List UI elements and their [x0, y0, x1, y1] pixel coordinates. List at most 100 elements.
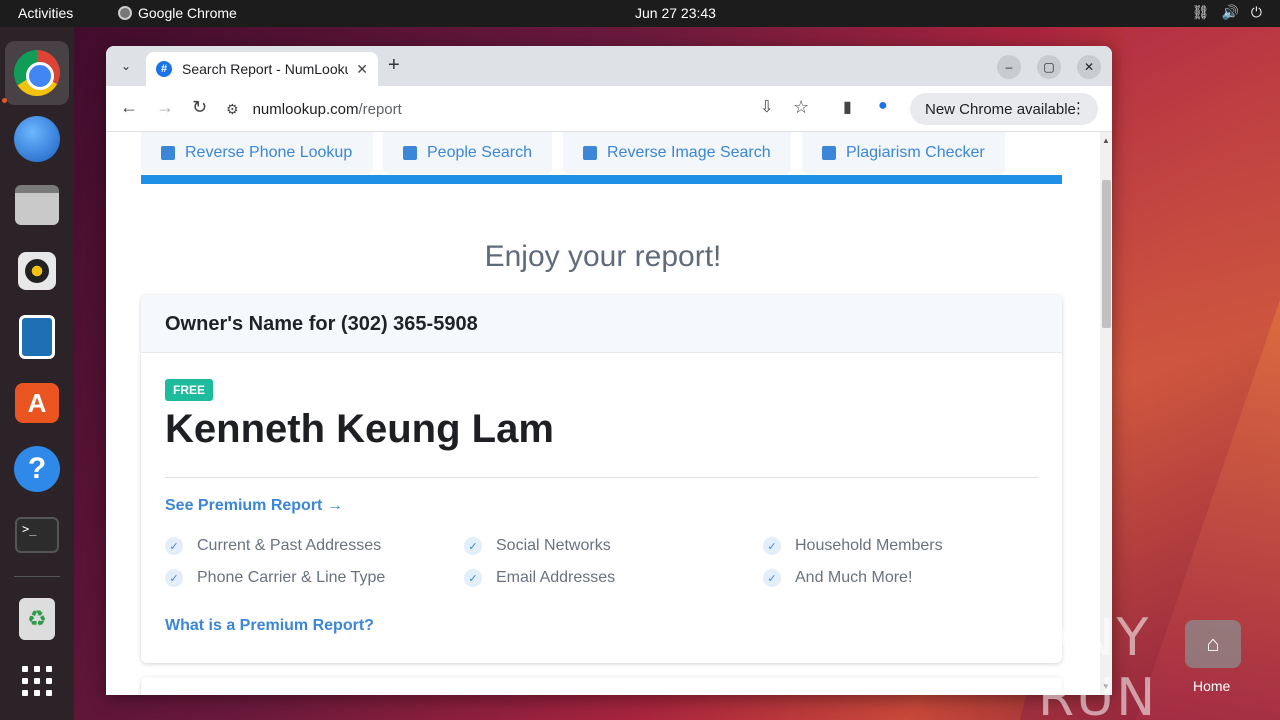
tab-title: Search Report - NumLookup [182, 61, 349, 77]
nav-tab-label: Reverse Phone Lookup [185, 144, 353, 161]
check-icon: ✓ [165, 569, 183, 587]
nav-tab-plagiarism[interactable]: Plagiarism Checker [802, 132, 1005, 174]
owner-name: Kenneth Keung Lam [165, 407, 554, 451]
show-apps-button[interactable] [5, 649, 69, 713]
terminal-icon: >_ [15, 517, 59, 553]
check-icon: ✓ [464, 537, 482, 555]
chrome-icon [14, 50, 60, 96]
nav-underline-bar [141, 175, 1062, 184]
menu-dots-icon[interactable]: ⋮ [1071, 99, 1086, 117]
activities-button[interactable]: Activities [18, 5, 73, 21]
dock-files[interactable] [5, 173, 69, 237]
back-button[interactable]: ← [120, 97, 138, 118]
thunderbird-icon [14, 116, 60, 162]
check-icon: ✓ [165, 537, 183, 555]
tab-strip: ⌄ # Search Report - NumLookup ✕ + – ▢ ✕ [106, 46, 1112, 86]
nav-tab-label: People Search [427, 144, 532, 161]
image-icon [583, 146, 597, 160]
site-info-icon[interactable]: ⚙ [226, 101, 239, 118]
side-panel-icon[interactable]: ▮ [843, 97, 852, 117]
chevron-down-icon: ⌄ [120, 59, 132, 73]
chrome-update-button[interactable]: New Chrome available ⋮ [910, 93, 1098, 125]
new-tab-button[interactable]: + [388, 54, 400, 77]
nav-tab-reverse-image[interactable]: Reverse Image Search [563, 132, 791, 174]
nav-tab-reverse-phone[interactable]: Reverse Phone Lookup [141, 132, 373, 174]
feature-label: Phone Carrier & Line Type [197, 569, 386, 586]
feature-label: Email Addresses [496, 569, 616, 586]
bookmark-star-icon[interactable]: ☆ [793, 97, 809, 118]
feature-item: ✓ Phone Carrier & Line Type [165, 569, 385, 587]
dock-help[interactable]: ? [5, 437, 69, 501]
app-menu[interactable]: Google Chrome [118, 5, 237, 21]
feature-item: ✓ Social Networks [464, 537, 611, 555]
files-icon [15, 185, 59, 225]
apps-grid-icon [22, 666, 52, 696]
dock-writer[interactable] [5, 305, 69, 369]
scroll-up-icon[interactable]: ▲ [1102, 136, 1110, 145]
dock-thunderbird[interactable] [5, 107, 69, 171]
maximize-button[interactable]: ▢ [1037, 55, 1061, 79]
favicon-icon: # [156, 61, 172, 77]
clock[interactable]: Jun 27 23:43 [635, 5, 716, 21]
dock-rhythmbox[interactable] [5, 239, 69, 303]
anyrun-watermark: ANY RUN [1038, 608, 1158, 720]
chrome-icon [118, 6, 132, 20]
browser-toolbar: ← → ↻ ⚙ numlookup.com/report ⇩ ☆ ▮ ● New… [106, 86, 1112, 132]
check-icon: ✓ [763, 569, 781, 587]
tab-search-button[interactable]: ⌄ [114, 54, 138, 78]
document-icon [822, 146, 836, 160]
app-name: Google Chrome [138, 5, 237, 21]
install-app-icon[interactable]: ⇩ [760, 97, 773, 117]
dock-chrome[interactable] [5, 41, 69, 105]
nav-tab-label: Reverse Image Search [607, 144, 771, 161]
home-label: Home [1193, 678, 1231, 694]
what-is-premium-link[interactable]: What is a Premium Report? [165, 617, 374, 635]
power-icon: ⏻ [1250, 4, 1262, 20]
phone-icon [161, 146, 175, 160]
divider [165, 477, 1038, 478]
profile-icon[interactable]: ● [878, 97, 888, 115]
nav-tab-label: Plagiarism Checker [846, 144, 985, 161]
close-tab-icon[interactable]: ✕ [356, 61, 368, 78]
dock-app-center[interactable]: A [5, 371, 69, 435]
url-path: /report [358, 100, 402, 118]
free-badge: FREE [165, 379, 214, 401]
dock-trash[interactable]: ♻ [5, 587, 69, 651]
url-host: numlookup.com [252, 100, 359, 118]
browser-window: ⌄ # Search Report - NumLookup ✕ + – ▢ ✕ … [106, 46, 1112, 695]
feature-label: Social Networks [496, 537, 611, 554]
app-center-icon: A [15, 383, 59, 423]
home-folder-icon[interactable]: ⌂ [1185, 620, 1241, 668]
system-tray[interactable]: ⛓ 🔊 ⏻ [1192, 4, 1262, 21]
nav-tab-people-search[interactable]: People Search [383, 132, 552, 174]
page-heading: Enjoy your report! [484, 240, 722, 273]
trash-icon: ♻ [19, 598, 55, 640]
report-card: Owner's Name for (302) 365-5908 FREE Ken… [141, 295, 1062, 663]
dock-terminal[interactable]: >_ [5, 503, 69, 567]
rhythmbox-icon [18, 252, 56, 290]
network-icon: ⛓ [1191, 4, 1210, 20]
scroll-thumb[interactable] [1102, 180, 1111, 328]
check-icon: ✓ [464, 569, 482, 587]
forward-button[interactable]: → [156, 97, 174, 118]
close-window-button[interactable]: ✕ [1077, 55, 1101, 79]
feature-label: Current & Past Addresses [197, 537, 382, 554]
address-bar[interactable]: ⚙ numlookup.com/report [226, 93, 826, 125]
see-premium-report-link[interactable]: See Premium Report → [165, 497, 343, 515]
check-icon: ✓ [763, 537, 781, 555]
feature-item: ✓ Household Members [763, 537, 943, 555]
feature-item: ✓ Email Addresses [464, 569, 615, 587]
minimize-button[interactable]: – [997, 55, 1021, 79]
feature-item: ✓ Current & Past Addresses [165, 537, 381, 555]
writer-icon [19, 315, 55, 359]
tab-active[interactable]: # Search Report - NumLookup ✕ [146, 52, 378, 86]
card-title: Owner's Name for (302) 365-5908 [141, 295, 1062, 353]
reload-button[interactable]: ↻ [192, 97, 207, 118]
volume-icon: 🔊 [1221, 4, 1239, 20]
dock: A ? >_ ♻ [0, 27, 74, 720]
feature-item: ✓ And Much More! [763, 569, 912, 587]
feature-label: Household Members [795, 537, 943, 554]
next-card [141, 677, 1062, 695]
feature-label: And Much More! [795, 569, 913, 586]
dock-separator [14, 576, 60, 577]
